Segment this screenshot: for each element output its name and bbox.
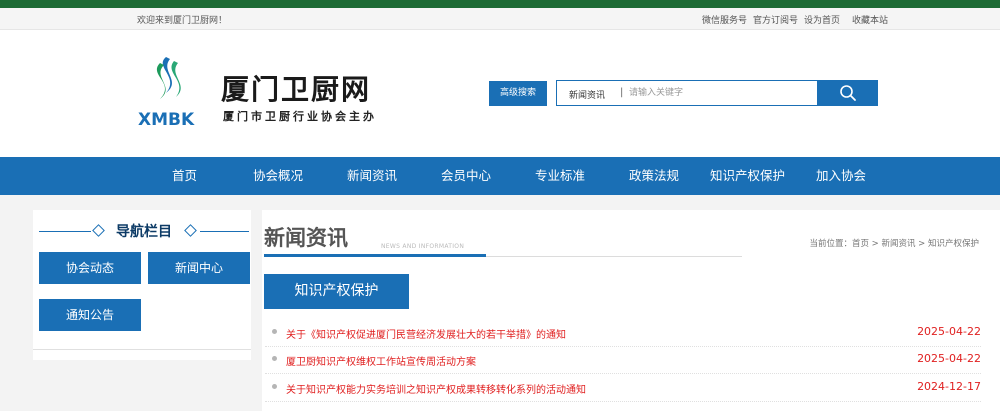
- search-button[interactable]: [817, 80, 878, 106]
- sidebar-item-news-center[interactable]: 新闻中心: [148, 252, 250, 284]
- sidebar-divider: [33, 349, 251, 350]
- main-nav: 首页 协会概况 新闻资讯 会员中心 专业标准 政策法规 知识产权保护 加入协会: [0, 157, 1000, 195]
- advanced-search-button[interactable]: 高级搜索: [489, 81, 547, 106]
- nav-item-join[interactable]: 加入协会: [816, 157, 866, 195]
- bullet-icon: [272, 356, 277, 361]
- advanced-search-label: 高级搜索: [499, 88, 536, 98]
- list-item[interactable]: 厦卫厨知识产权维权工作站宣传周活动方案 2025-04-22: [265, 347, 981, 374]
- category-label: 知识产权保护: [294, 283, 379, 299]
- logo-icon[interactable]: XMBK: [136, 53, 216, 133]
- list-item[interactable]: 关于知识产权能力实务培训之知识产权成果转移转化系列的活动通知 2024-12-1…: [265, 375, 981, 402]
- welcome-text: 欢迎来到厦门卫厨网！: [137, 16, 228, 26]
- logo-abbr: XMBK: [138, 110, 195, 130]
- nav-item-members[interactable]: 会员中心: [441, 157, 491, 195]
- sidebar-title-line-left: [39, 231, 91, 232]
- news-title[interactable]: 厦卫厨知识产权维权工作站宣传周活动方案: [286, 353, 476, 368]
- nav-item-home[interactable]: 首页: [172, 157, 197, 195]
- search-separator: |: [620, 87, 624, 98]
- bullet-icon: [272, 329, 277, 334]
- search-box: 新闻资讯 |: [556, 80, 818, 106]
- nav-item-ip-protection[interactable]: 知识产权保护: [710, 157, 785, 195]
- bullet-icon: [272, 384, 277, 389]
- category-tab-ip-protection[interactable]: 知识产权保护: [264, 274, 409, 309]
- nav-item-about[interactable]: 协会概况: [253, 157, 303, 195]
- bookmark-link[interactable]: 收藏本站: [852, 13, 888, 26]
- info-bar: 欢迎来到厦门卫厨网！ 微信服务号 官方订阅号 设为首页 收藏本站: [0, 8, 1000, 30]
- sidebar-title: 导航栏目: [116, 224, 172, 240]
- set-homepage-link[interactable]: 设为首页: [804, 13, 840, 26]
- page-title: 新闻资讯: [264, 226, 348, 250]
- site-title[interactable]: 厦门卫厨网: [221, 68, 371, 108]
- news-title[interactable]: 关于知识产权能力实务培训之知识产权成果转移转化系列的活动通知: [286, 381, 586, 396]
- nav-item-policies[interactable]: 政策法规: [629, 157, 679, 195]
- sidebar-item-label: 新闻中心: [175, 261, 224, 275]
- top-links: 微信服务号 官方订阅号 设为首页 收藏本站: [702, 13, 888, 26]
- sidebar-item-notices[interactable]: 通知公告: [39, 299, 141, 331]
- news-title[interactable]: 关于《知识产权促进厦门民营经济发展壮大的若干举措》的通知: [286, 326, 566, 341]
- sidebar-item-association-news[interactable]: 协会动态: [39, 252, 141, 284]
- breadcrumb[interactable]: 当前位置：首页 > 新闻资讯 > 知识产权保护: [809, 237, 979, 249]
- official-subscription-link[interactable]: 官方订阅号: [753, 13, 798, 26]
- title-underline: [264, 254, 486, 257]
- news-date: 2025-04-22: [917, 352, 981, 365]
- list-item[interactable]: 关于《知识产权促进厦门民营经济发展壮大的若干举措》的通知 2025-04-22: [265, 320, 981, 347]
- top-accent-bar: [0, 0, 1000, 8]
- search-icon: [839, 85, 856, 101]
- site-subtitle: 厦门市卫厨行业协会主办: [223, 110, 377, 123]
- search-category-select[interactable]: 新闻资讯: [569, 88, 605, 101]
- title-divider: [486, 256, 742, 257]
- search-input[interactable]: [629, 84, 809, 102]
- news-date: 2024-12-17: [917, 380, 981, 393]
- nav-item-standards[interactable]: 专业标准: [535, 157, 585, 195]
- sidebar-title-line-right: [200, 231, 249, 232]
- nav-item-news[interactable]: 新闻资讯: [347, 157, 397, 195]
- wechat-service-link[interactable]: 微信服务号: [702, 13, 747, 26]
- sidebar-item-label: 通知公告: [66, 308, 115, 322]
- news-date: 2025-04-22: [917, 325, 981, 338]
- site-header: XMBK 厦门卫厨网 厦门市卫厨行业协会主办 高级搜索 新闻资讯 |: [0, 31, 1000, 157]
- sidebar-item-label: 协会动态: [66, 261, 115, 275]
- page-title-en: NEWS AND INFORMATION: [381, 243, 465, 250]
